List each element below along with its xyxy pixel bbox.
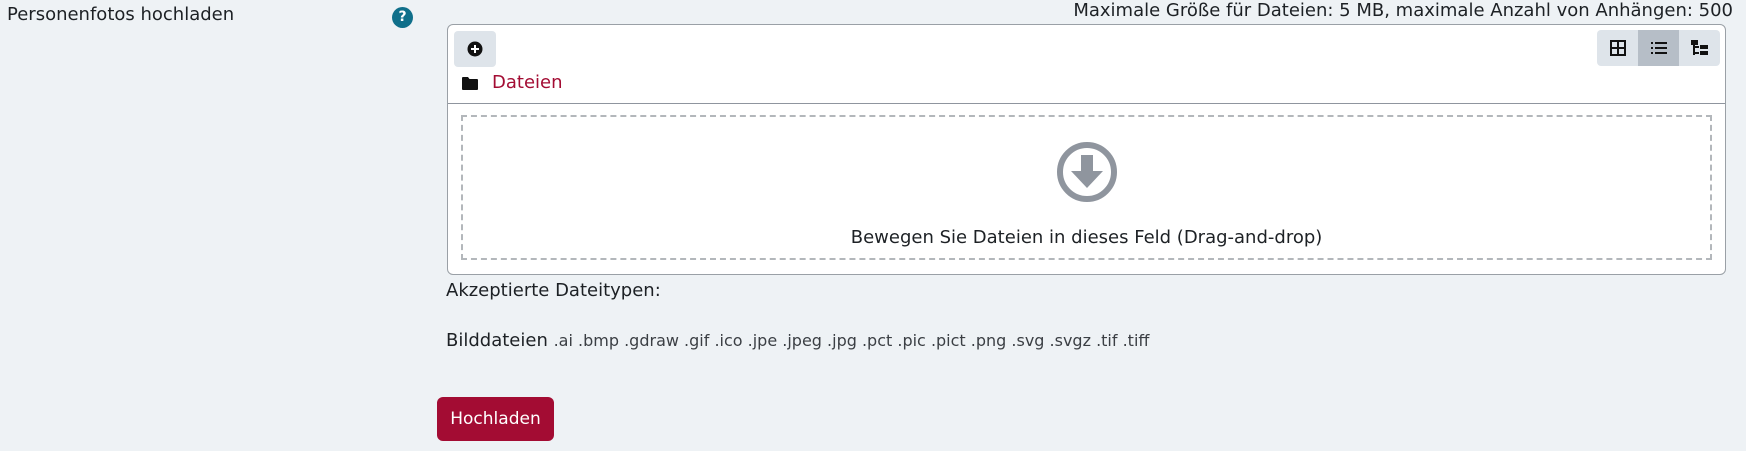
breadcrumb-root-link[interactable]: Dateien bbox=[492, 72, 563, 93]
download-arrow-icon bbox=[1056, 142, 1117, 202]
tree-view-button[interactable] bbox=[1679, 30, 1720, 66]
tree-view-icon bbox=[1690, 40, 1708, 55]
view-mode-group bbox=[1597, 30, 1720, 66]
file-extensions-list: .ai .bmp .gdraw .gif .ico .jpe .jpeg .jp… bbox=[553, 331, 1150, 350]
grid-view-button[interactable] bbox=[1597, 30, 1638, 66]
upload-button[interactable]: Hochladen bbox=[437, 397, 554, 441]
grid-view-icon bbox=[1609, 40, 1626, 56]
file-manager: Dateien Bewegen Sie Dateien in dieses Fe… bbox=[447, 24, 1726, 275]
accepted-types-row: Bilddateien .ai .bmp .gdraw .gif .ico .j… bbox=[446, 330, 1149, 351]
help-icon[interactable]: ? bbox=[392, 7, 413, 28]
list-view-icon bbox=[1650, 42, 1667, 54]
file-manager-toolbar: Dateien bbox=[448, 25, 1725, 104]
field-label: Personenfotos hochladen bbox=[7, 4, 235, 25]
add-file-button[interactable] bbox=[454, 31, 496, 67]
file-limits-text: Maximale Größe für Dateien: 5 MB, maxima… bbox=[1073, 0, 1733, 21]
drop-zone[interactable]: Bewegen Sie Dateien in dieses Feld (Drag… bbox=[461, 115, 1712, 260]
folder-icon bbox=[462, 76, 478, 90]
file-group-name: Bilddateien bbox=[446, 330, 548, 351]
breadcrumb: Dateien bbox=[462, 72, 563, 93]
plus-circle-icon bbox=[467, 41, 483, 57]
accepted-types-label: Akzeptierte Dateitypen: bbox=[446, 280, 661, 301]
drop-zone-text: Bewegen Sie Dateien in dieses Feld (Drag… bbox=[850, 227, 1323, 248]
list-view-button[interactable] bbox=[1638, 30, 1679, 66]
